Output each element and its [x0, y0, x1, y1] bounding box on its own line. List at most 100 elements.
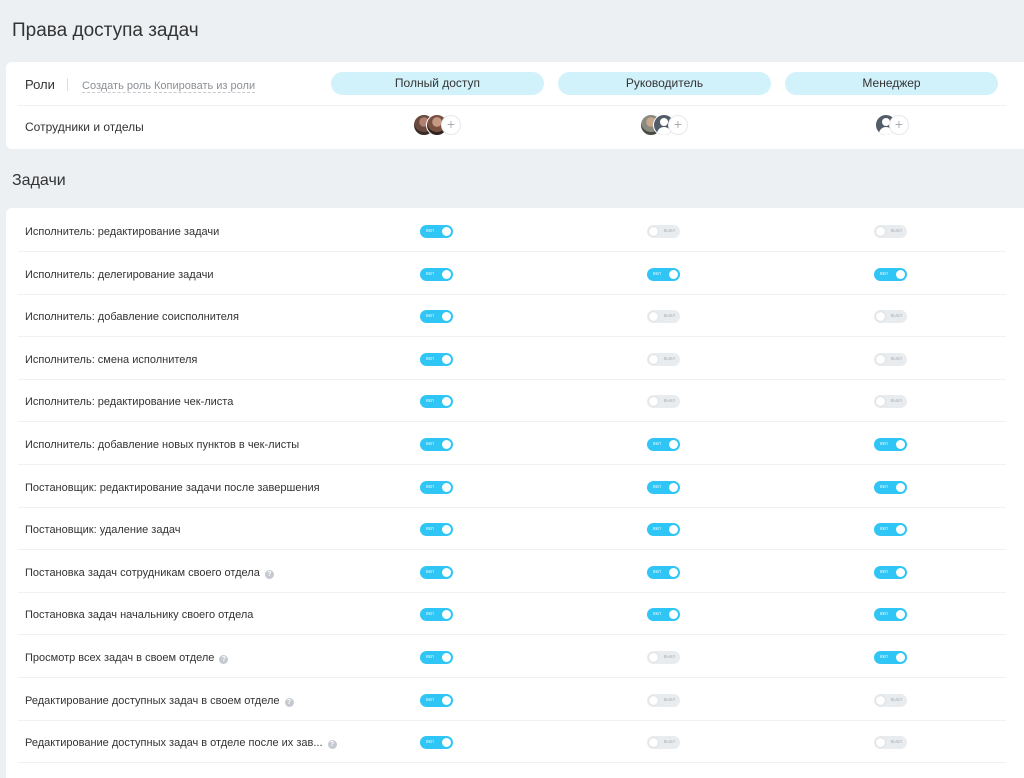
row-divider — [18, 251, 1006, 252]
permission-row: Постановка задач сотрудникам своего отде… — [6, 551, 1024, 593]
toggle-state-label: вкл — [653, 569, 661, 575]
toggle-state-label: вкл — [426, 313, 434, 319]
toggle-state-label: вкл — [426, 398, 434, 404]
toggle-knob — [442, 312, 451, 321]
permission-row: Просмотр всех задач в своем отделе? вкл вы… — [6, 636, 1024, 678]
toggle-full-access[interactable]: вкл — [420, 481, 453, 494]
toggle-manager-head[interactable]: выкл — [647, 310, 680, 323]
toggle-manager[interactable]: выкл — [874, 736, 907, 749]
create-role-link[interactable]: Создать роль — [82, 80, 152, 93]
toggle-knob — [896, 483, 905, 492]
toggle-manager-head[interactable]: выкл — [647, 651, 680, 664]
toggle-knob — [896, 653, 905, 662]
add-member-button[interactable]: + — [889, 115, 909, 135]
role-manager[interactable]: Менеджер — [785, 72, 998, 95]
copy-from-role-link[interactable]: Копировать из роли — [154, 80, 256, 93]
toggle-manager-head[interactable]: вкл — [647, 566, 680, 579]
toggle-manager[interactable]: выкл — [874, 310, 907, 323]
toggle-knob — [876, 696, 885, 705]
permission-label: Постановщик: редактирование задачи после… — [25, 482, 320, 494]
permission-label-text: Редактирование доступных задач в отделе … — [25, 737, 323, 749]
toggle-full-access[interactable]: вкл — [420, 694, 453, 707]
help-icon[interactable]: ? — [219, 655, 229, 664]
toggle-manager[interactable]: вкл — [874, 523, 907, 536]
toggle-state-label: вкл — [426, 697, 434, 703]
toggle-full-access[interactable]: вкл — [420, 651, 453, 664]
toggle-state-label: вкл — [880, 569, 888, 575]
toggle-manager-head[interactable]: вкл — [647, 438, 680, 451]
permission-row: Постановщик: удаление задач вкл вкл вкл — [6, 508, 1024, 550]
toggle-knob — [876, 227, 885, 236]
toggle-state-label: вкл — [880, 611, 888, 617]
toggle-full-access[interactable]: вкл — [420, 608, 453, 621]
help-icon[interactable]: ? — [327, 740, 337, 749]
toggle-manager[interactable]: вкл — [874, 481, 907, 494]
toggle-manager[interactable]: вкл — [874, 268, 907, 281]
toggle-manager-head[interactable]: выкл — [647, 736, 680, 749]
toggle-manager[interactable]: вкл — [874, 651, 907, 664]
toggle-full-access[interactable]: вкл — [420, 268, 453, 281]
toggle-state-label: выкл — [663, 356, 675, 362]
permission-label: Исполнитель: добавление новых пунктов в … — [25, 439, 299, 451]
permission-row: Исполнитель: делегирование задачи вкл вкл в… — [6, 253, 1024, 295]
toggle-state-label: вкл — [426, 739, 434, 745]
toggle-manager-head[interactable]: выкл — [647, 225, 680, 238]
toggle-knob — [896, 440, 905, 449]
toggle-knob — [442, 270, 451, 279]
toggle-manager[interactable]: вкл — [874, 608, 907, 621]
permission-label: Редактирование доступных задач в отделе … — [25, 737, 337, 749]
add-member-button[interactable]: + — [441, 115, 461, 135]
toggle-manager-head[interactable]: выкл — [647, 395, 680, 408]
row-divider — [18, 634, 1006, 635]
toggle-state-label: вкл — [426, 569, 434, 575]
toggle-full-access[interactable]: вкл — [420, 438, 453, 451]
permission-label-text: Исполнитель: редактирование чек-листа — [25, 396, 234, 408]
toggle-full-access[interactable]: вкл — [420, 566, 453, 579]
permission-row: Исполнитель: смена исполнителя вкл выкл вык… — [6, 338, 1024, 380]
toggle-knob — [649, 696, 658, 705]
toggle-manager[interactable]: выкл — [874, 395, 907, 408]
role-full-access[interactable]: Полный доступ — [331, 72, 544, 95]
toggle-full-access[interactable]: вкл — [420, 225, 453, 238]
toggle-full-access[interactable]: вкл — [420, 395, 453, 408]
toggle-state-label: выкл — [663, 228, 675, 234]
toggle-state-label: вкл — [426, 271, 434, 277]
toggle-manager-head[interactable]: вкл — [647, 523, 680, 536]
toggle-state-label: вкл — [426, 441, 434, 447]
toggle-manager[interactable]: выкл — [874, 225, 907, 238]
permission-label-text: Постановщик: удаление задач — [25, 524, 181, 536]
toggle-state-label: вкл — [653, 441, 661, 447]
toggle-knob — [669, 440, 678, 449]
toggle-manager[interactable]: вкл — [874, 566, 907, 579]
permission-row: Редактирование доступных задач в отделе … — [6, 721, 1024, 763]
toggle-manager[interactable]: выкл — [874, 694, 907, 707]
toggle-full-access[interactable]: вкл — [420, 736, 453, 749]
permission-row: Исполнитель: редактирование задачи вкл вык… — [6, 210, 1024, 252]
toggle-manager-head[interactable]: выкл — [647, 694, 680, 707]
help-icon[interactable]: ? — [284, 698, 294, 707]
add-member-button[interactable]: + — [668, 115, 688, 135]
toggle-state-label: вкл — [880, 441, 888, 447]
toggle-knob — [649, 312, 658, 321]
toggle-knob — [442, 355, 451, 364]
toggle-manager-head[interactable]: выкл — [647, 353, 680, 366]
toggle-full-access[interactable]: вкл — [420, 310, 453, 323]
toggle-manager[interactable]: вкл — [874, 438, 907, 451]
toggle-full-access[interactable]: вкл — [420, 353, 453, 366]
permission-label: Исполнитель: делегирование задачи — [25, 269, 213, 281]
toggle-manager-head[interactable]: вкл — [647, 608, 680, 621]
toggle-knob — [442, 568, 451, 577]
toggle-state-label: вкл — [880, 654, 888, 660]
role-manager-head[interactable]: Руководитель — [558, 72, 771, 95]
toggle-knob — [896, 568, 905, 577]
help-icon[interactable]: ? — [264, 570, 274, 579]
toggle-knob — [442, 653, 451, 662]
toggle-manager[interactable]: выкл — [874, 353, 907, 366]
toggle-knob — [442, 227, 451, 236]
toggle-full-access[interactable]: вкл — [420, 523, 453, 536]
toggle-manager-head[interactable]: вкл — [647, 481, 680, 494]
toggle-state-label: выкл — [890, 697, 902, 703]
toggle-knob — [669, 483, 678, 492]
toggle-state-label: вкл — [880, 484, 888, 490]
toggle-manager-head[interactable]: вкл — [647, 268, 680, 281]
